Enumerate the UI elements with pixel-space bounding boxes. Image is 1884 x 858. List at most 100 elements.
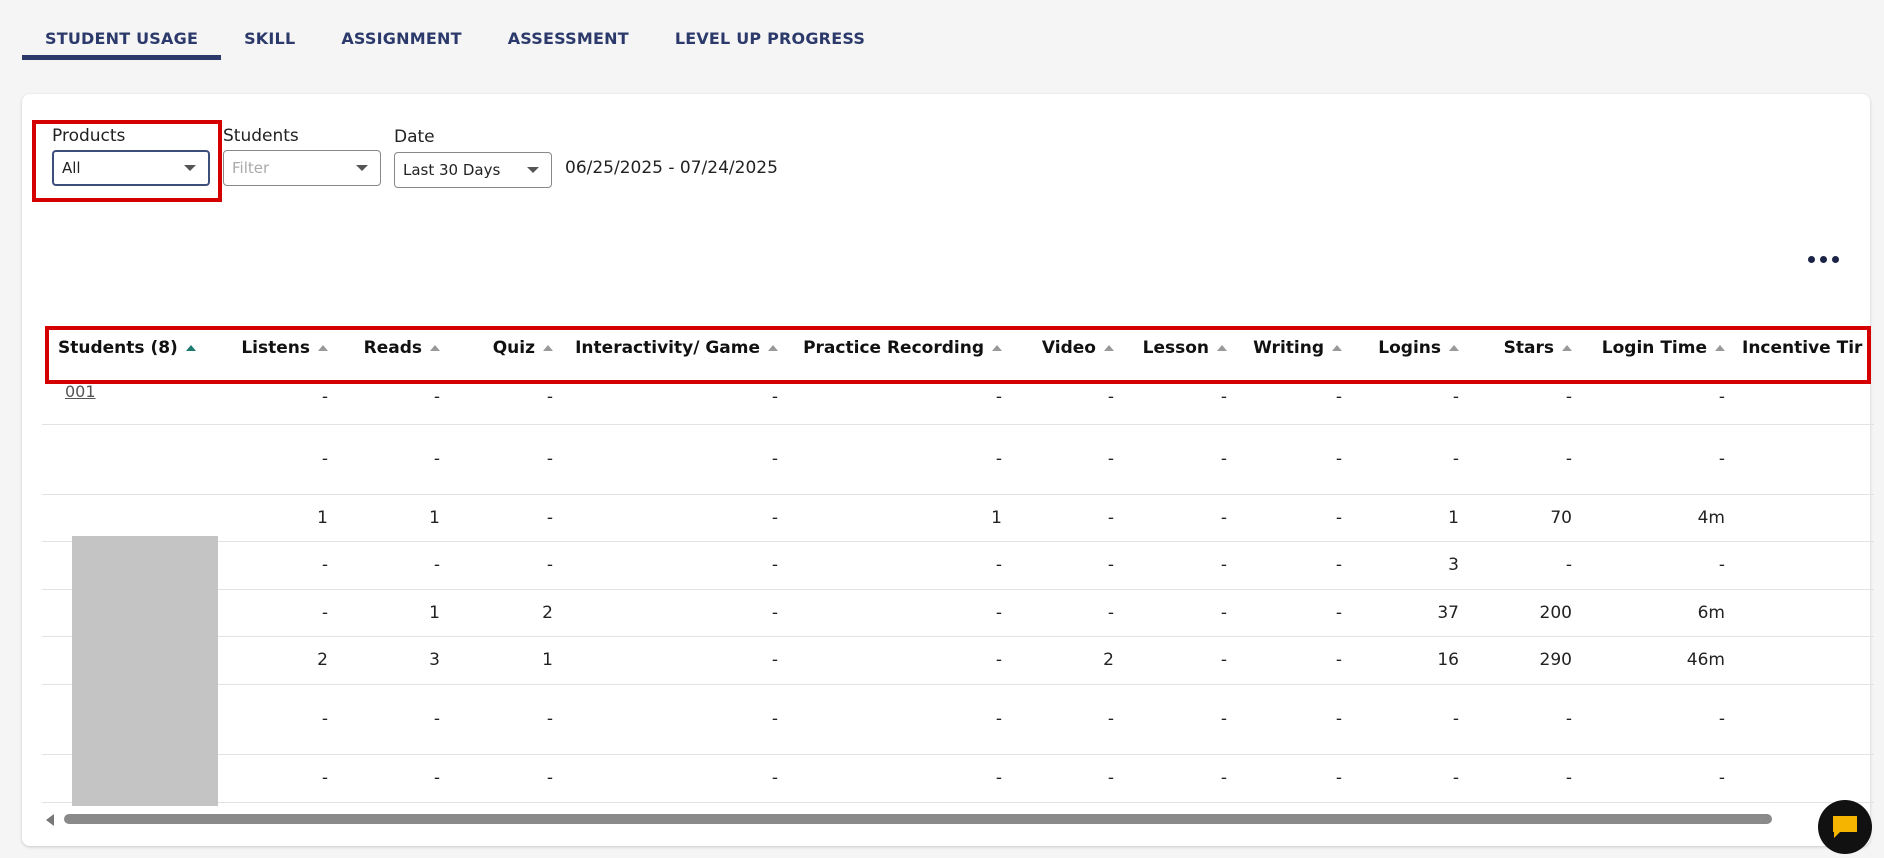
- table-cell: -: [771, 768, 778, 788]
- table-cell: -: [1107, 555, 1114, 575]
- table-cell: -: [1107, 387, 1114, 407]
- student-link[interactable]: 001: [65, 382, 96, 401]
- column-header-video[interactable]: Video: [1007, 326, 1114, 370]
- table-cell: -: [1107, 709, 1114, 729]
- column-header-practice-recording[interactable]: Practice Recording: [782, 326, 1002, 370]
- sort-icon: [318, 345, 328, 351]
- table-cell: -: [1335, 768, 1342, 788]
- sort-icon: [1449, 345, 1459, 351]
- table-cell: -: [1335, 555, 1342, 575]
- table-cell: -: [321, 449, 328, 469]
- table-row: -----------: [42, 754, 1874, 803]
- column-header-interactivity-game[interactable]: Interactivity/ Game: [557, 326, 778, 370]
- column-header-quiz[interactable]: Quiz: [442, 326, 553, 370]
- table-cell: -: [1335, 507, 1342, 528]
- table-cell: -: [1565, 449, 1572, 469]
- column-header-stars[interactable]: Stars: [1462, 326, 1572, 370]
- table-cell: -: [546, 768, 553, 788]
- column-header-listens[interactable]: Listens: [202, 326, 328, 370]
- sort-icon: [1217, 345, 1227, 351]
- table-cell: -: [1565, 768, 1572, 788]
- table-cell: -: [771, 507, 778, 528]
- table-cell: -: [1452, 387, 1459, 407]
- column-header-writing[interactable]: Writing: [1232, 326, 1342, 370]
- column-header-lesson[interactable]: Lesson: [1117, 326, 1227, 370]
- students-label: Students: [223, 126, 299, 146]
- table-cell: 2: [542, 602, 553, 623]
- tab-skill[interactable]: SKILL: [221, 22, 318, 60]
- chevron-down-icon: [356, 165, 368, 171]
- table-cell: 1: [1448, 507, 1459, 528]
- table-cell: -: [771, 555, 778, 575]
- horizontal-scrollbar[interactable]: [42, 812, 1862, 826]
- table-cell: 6m: [1697, 602, 1725, 623]
- tab-assessment[interactable]: ASSESSMENT: [485, 22, 652, 60]
- sort-icon: [768, 345, 778, 351]
- table-cell: -: [1565, 555, 1572, 575]
- tab-student-usage[interactable]: STUDENT USAGE: [22, 22, 222, 60]
- column-header-incentive-time[interactable]: Incentive Tir: [1742, 326, 1874, 370]
- table-cell: 1: [429, 602, 440, 623]
- table-cell: 2: [317, 650, 328, 670]
- table-cell: -: [1220, 602, 1227, 623]
- table-cell: -: [1335, 602, 1342, 623]
- redacted-student-names: [72, 536, 218, 806]
- table-cell: 37: [1437, 602, 1459, 623]
- table-cell: 1: [542, 650, 553, 670]
- table-row: -----------: [42, 424, 1874, 495]
- table-cell: -: [433, 387, 440, 407]
- table-cell: -: [1220, 650, 1227, 670]
- table-cell: -: [1718, 449, 1725, 469]
- table-cell: -: [995, 555, 1002, 575]
- table-cell: -: [1107, 507, 1114, 528]
- table-cell: -: [546, 449, 553, 469]
- table-cell: -: [995, 768, 1002, 788]
- date-range-text: 06/25/2025 - 07/24/2025: [565, 158, 778, 178]
- products-label: Products: [52, 126, 126, 146]
- chat-button[interactable]: [1818, 800, 1872, 854]
- table-cell: 3: [1448, 555, 1459, 575]
- table-cell: -: [771, 602, 778, 623]
- table-header: Students (8) Listens Reads Quiz Interact…: [42, 326, 1874, 370]
- table-cell: -: [546, 387, 553, 407]
- table-cell: -: [321, 387, 328, 407]
- tab-assignment[interactable]: ASSIGNMENT: [318, 22, 484, 60]
- table-cell: -: [1220, 768, 1227, 788]
- table-row: - - - - - - - - 3 - -: [42, 541, 1874, 590]
- usage-table: Students (8) Listens Reads Quiz Interact…: [42, 326, 1874, 806]
- table-cell: -: [1565, 709, 1572, 729]
- table-row: 001 - - - - - - - - - - -: [42, 370, 1874, 425]
- chevron-down-icon: [527, 167, 539, 173]
- table-cell: -: [433, 768, 440, 788]
- table-cell: -: [1220, 555, 1227, 575]
- table-cell: -: [433, 449, 440, 469]
- table-cell: -: [321, 709, 328, 729]
- table-cell: -: [321, 602, 328, 623]
- more-options-icon[interactable]: [1808, 252, 1842, 266]
- table-cell: -: [321, 555, 328, 575]
- table-row: - 1 2 - - - - - 37 200 6m: [42, 589, 1874, 637]
- date-label: Date: [394, 127, 435, 147]
- sort-icon: [992, 345, 1002, 351]
- column-header-students[interactable]: Students (8): [58, 326, 198, 370]
- table-cell: 1: [429, 507, 440, 528]
- date-select[interactable]: Last 30 Days: [394, 152, 552, 188]
- sort-icon: [1332, 345, 1342, 351]
- scrollbar-thumb[interactable]: [64, 814, 1772, 824]
- products-select[interactable]: All: [52, 150, 210, 186]
- table-cell: -: [771, 709, 778, 729]
- table-row: -----------: [42, 684, 1874, 755]
- students-select[interactable]: Filter: [223, 150, 381, 186]
- table-cell: -: [771, 387, 778, 407]
- scroll-left-icon[interactable]: [46, 814, 54, 826]
- column-header-reads[interactable]: Reads: [332, 326, 440, 370]
- table-cell: -: [1565, 387, 1572, 407]
- table-cell: -: [1718, 555, 1725, 575]
- products-value: All: [62, 159, 81, 177]
- column-header-logins[interactable]: Logins: [1347, 326, 1459, 370]
- column-header-login-time[interactable]: Login Time: [1577, 326, 1725, 370]
- table-cell: -: [771, 650, 778, 670]
- table-cell: -: [771, 449, 778, 469]
- table-cell: -: [1220, 449, 1227, 469]
- tab-level-up-progress[interactable]: LEVEL UP PROGRESS: [652, 22, 888, 60]
